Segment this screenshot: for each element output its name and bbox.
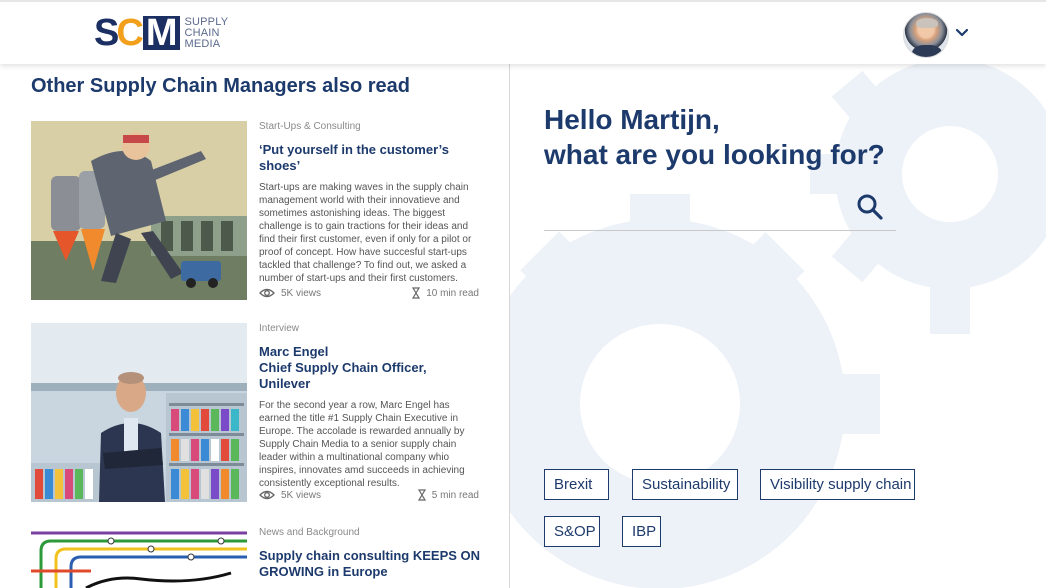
- article-thumbnail-cartoon[interactable]: [31, 121, 247, 300]
- article-title[interactable]: Supply chain consulting KEEPS ON GROWING…: [259, 548, 481, 580]
- article-meta: 5K views 10 min read: [259, 287, 479, 299]
- article-title[interactable]: ‘Put yourself in the customer’s shoes’: [259, 142, 481, 174]
- greeting-line-2: what are you looking for?: [544, 139, 885, 170]
- eye-icon: [259, 288, 275, 298]
- cartoon-illustration: [31, 121, 247, 300]
- article-body: Interview Marc Engel Chief Supply Chain …: [259, 323, 481, 490]
- read-time-stat: 10 min read: [412, 287, 479, 299]
- views-stat: 5K views: [259, 287, 321, 299]
- article-excerpt: For the second year a row, Marc Engel ha…: [259, 400, 465, 489]
- article-thumbnail-portrait[interactable]: [31, 323, 247, 502]
- logo-line-supply: SUPPLY: [184, 15, 229, 28]
- article-body: News and Background Supply chain consult…: [259, 527, 481, 580]
- greeting-heading: Hello Martijn, what are you looking for?: [544, 102, 885, 172]
- logo-line-media: MEDIA: [184, 37, 221, 50]
- logo-letter-m: M: [142, 14, 181, 52]
- tag-visibility-supply-chain[interactable]: Visibility supply chain: [760, 469, 915, 500]
- avatar-shirt: [912, 45, 942, 57]
- read-time: 10 min read: [426, 287, 479, 299]
- related-articles-panel: Other Supply Chain Managers also read St…: [0, 64, 509, 588]
- user-avatar[interactable]: [903, 12, 949, 58]
- read-time-stat: 5 min read: [417, 489, 479, 501]
- avatar-hair: [916, 18, 938, 28]
- views-count: 5K views: [281, 287, 322, 299]
- article-card[interactable]: Start-Ups & Consulting ‘Put yourself in …: [31, 121, 491, 311]
- tag-ibp[interactable]: IBP: [622, 516, 661, 547]
- views-stat: 5K views: [259, 489, 321, 501]
- article-thumbnail-metro-map[interactable]: [31, 527, 247, 588]
- tag-sustainability[interactable]: Sustainability: [632, 469, 738, 500]
- article-body: Start-Ups & Consulting ‘Put yourself in …: [259, 121, 481, 285]
- article-card[interactable]: News and Background Supply chain consult…: [31, 527, 491, 588]
- section-title: Other Supply Chain Managers also read: [31, 75, 410, 97]
- logo-wordmark: SUPPLY CHAIN MEDIA: [184, 15, 229, 50]
- portrait-photo: [31, 323, 247, 502]
- top-header: S C M SUPPLY CHAIN MEDIA: [0, 0, 1046, 64]
- article-meta: 5K views 5 min read: [259, 489, 479, 501]
- search-panel: Hello Martijn, what are you looking for?…: [510, 64, 1046, 588]
- tag-brexit[interactable]: Brexit: [544, 469, 609, 500]
- article-excerpt: Start-ups are making waves in the supply…: [259, 182, 472, 284]
- eye-icon: [259, 490, 275, 500]
- scm-logo[interactable]: S C M SUPPLY CHAIN MEDIA: [94, 12, 229, 54]
- hourglass-icon: [412, 287, 421, 299]
- logo-letter-s: S: [94, 12, 119, 54]
- read-time: 5 min read: [431, 489, 479, 501]
- article-category[interactable]: Start-Ups & Consulting: [259, 121, 481, 133]
- article-category[interactable]: Interview: [259, 323, 481, 335]
- hourglass-icon: [417, 489, 426, 501]
- chevron-down-icon[interactable]: [954, 24, 970, 40]
- views-count: 5K views: [281, 489, 322, 501]
- article-category[interactable]: News and Background: [259, 527, 481, 539]
- article-card[interactable]: Interview Marc Engel Chief Supply Chain …: [31, 323, 491, 513]
- column-divider: [509, 64, 510, 588]
- logo-mark: S C M: [94, 12, 181, 54]
- logo-letter-c: C: [116, 12, 144, 54]
- greeting-line-1: Hello Martijn,: [544, 104, 720, 135]
- search-input[interactable]: [544, 185, 844, 229]
- search-bar: [544, 185, 896, 231]
- metro-map-illustration: [31, 527, 247, 588]
- logo-line-chain: CHAIN: [184, 26, 220, 39]
- search-icon: [857, 194, 883, 220]
- tag-sop[interactable]: S&OP: [544, 516, 600, 547]
- search-button[interactable]: [844, 185, 896, 229]
- article-title[interactable]: Marc Engel Chief Supply Chain Officer, U…: [259, 344, 481, 392]
